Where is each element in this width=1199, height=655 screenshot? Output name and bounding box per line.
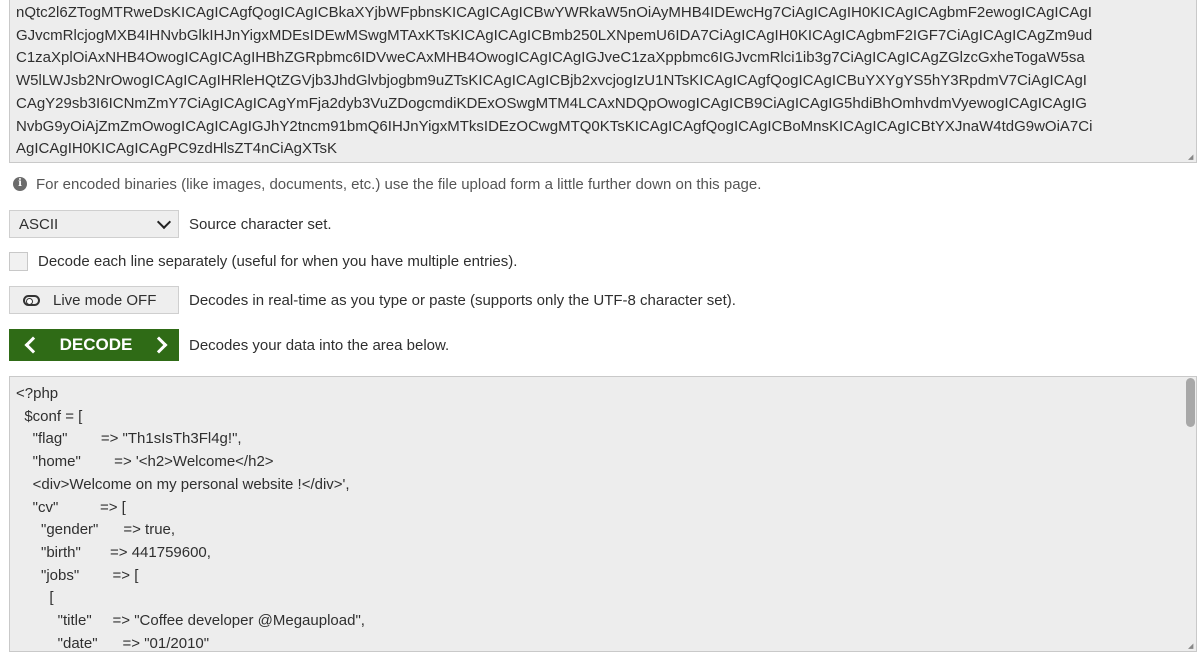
decoded-text-line: $conf = [ <box>16 407 83 425</box>
encoded-text-line: NvbG9yOiAjZmZmOwogICAgICAgIGJhY2tncm91bm… <box>16 117 1093 135</box>
resize-grip-icon[interactable]: ◢ <box>1188 154 1195 161</box>
live-mode-button-label: Live mode OFF <box>53 291 157 309</box>
encoded-text-line: AgICAgIH0KICAgICAgPC9zdHlsZT4nCiAgXTsK <box>16 140 337 158</box>
resize-grip-icon[interactable]: ◢ <box>1188 643 1195 650</box>
decode-button-label: DECODE <box>59 335 133 354</box>
encoded-text-line: CAgY29sb3I6ICNmZmY7CiAgICAgICAgYmFja2dyb… <box>16 94 1087 112</box>
decoded-text-line: "home" => '<h2>Welcome</h2> <box>16 453 274 471</box>
encoded-input-text: nQtc2l6ZTogMTRweDsKICAgICAgfQogICAgICBka… <box>16 2 1186 161</box>
decoded-text-line: <div>Welcome on my personal website !</d… <box>16 475 350 493</box>
encoded-text-line: W5lLWJsb2NrOwogICAgICAgIHRleHQtZGVjb3Jhd… <box>16 72 1087 90</box>
decoded-text-line: "jobs" => [ <box>16 566 139 584</box>
output-scrollbar-thumb[interactable] <box>1186 378 1195 427</box>
chevron-right-icon <box>150 336 168 354</box>
decoded-output-text: <?php $conf = [ "flag" => "Th1sIsTh3Fl4g… <box>16 383 1176 652</box>
chevron-down-icon <box>156 214 172 229</box>
decoded-text-line: "flag" => "Th1sIsTh3Fl4g!", <box>16 430 242 448</box>
decoded-text-line: [ <box>16 589 54 607</box>
encoded-text-line: C1zaXplOiAxNHB4OwogICAgICAgIHBhZGRpbmc6I… <box>16 49 1085 67</box>
upload-info-note: i For encoded binaries (like images, doc… <box>13 175 761 193</box>
decode-lines-checkbox[interactable] <box>9 252 28 271</box>
decoder-page: nQtc2l6ZTogMTRweDsKICAgICAgfQogICAgICBka… <box>0 0 1199 655</box>
decode-button[interactable]: DECODE <box>9 329 179 361</box>
charset-row: ASCII Source character set. <box>9 210 332 238</box>
decode-lines-label: Decode each line separately (useful for … <box>38 253 518 270</box>
encoded-text-line: nQtc2l6ZTogMTRweDsKICAgICAgfQogICAgICBka… <box>16 4 1092 21</box>
charset-select[interactable]: ASCII <box>9 210 179 238</box>
live-mode-row: Live mode OFF Decodes in real-time as yo… <box>9 286 736 314</box>
decoded-text-line: "gender" => true, <box>16 521 176 539</box>
live-mode-description: Decodes in real-time as you type or past… <box>189 291 736 309</box>
decoded-text-line: <?php <box>16 385 59 402</box>
decoded-text-line: "title" => "Coffee developer @Megaupload… <box>16 612 365 630</box>
live-mode-button[interactable]: Live mode OFF <box>9 286 179 314</box>
decoded-output-textarea[interactable]: <?php $conf = [ "flag" => "Th1sIsTh3Fl4g… <box>9 376 1197 652</box>
decode-description: Decodes your data into the area below. <box>189 336 450 354</box>
chevron-left-icon <box>24 336 42 354</box>
decoded-text-line: "date" => "01/2010" <box>16 634 210 652</box>
charset-label: Source character set. <box>189 215 332 233</box>
decoded-text-line: "cv" => [ <box>16 498 126 516</box>
info-icon: i <box>13 177 27 191</box>
toggle-off-icon <box>23 294 40 306</box>
decode-row: DECODE Decodes your data into the area b… <box>9 329 449 361</box>
decode-lines-row: Decode each line separately (useful for … <box>9 252 517 271</box>
encoded-input-textarea[interactable]: nQtc2l6ZTogMTRweDsKICAgICAgfQogICAgICBka… <box>9 0 1197 163</box>
charset-selected-value: ASCII <box>19 215 59 233</box>
decoded-text-line: "birth" => 441759600, <box>16 543 211 561</box>
upload-info-text: For encoded binaries (like images, docum… <box>36 175 762 193</box>
encoded-text-line: GJvcmRlcjogMXB4IHNvbGlkIHJnYigxMDEsIDEwM… <box>16 26 1093 44</box>
